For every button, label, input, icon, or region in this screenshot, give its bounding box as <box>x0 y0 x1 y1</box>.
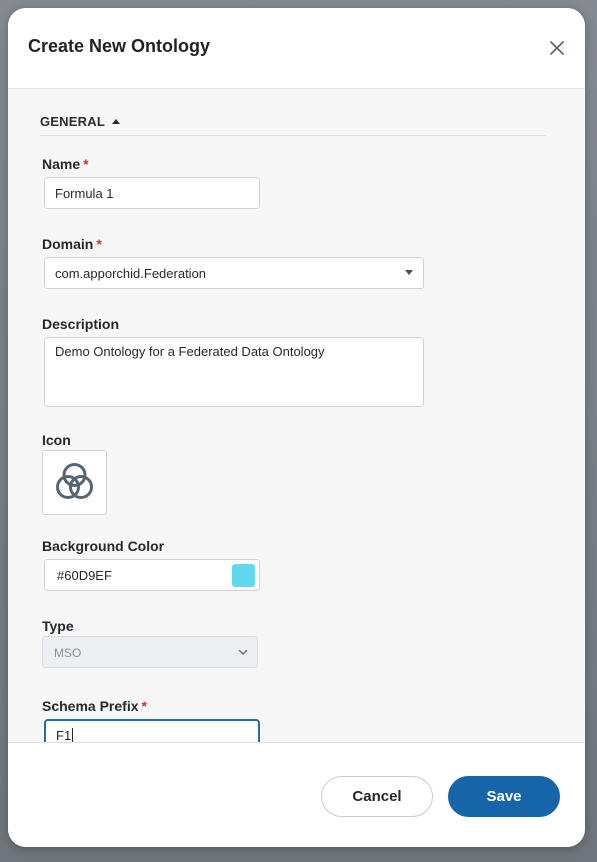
dialog-header: Create New Ontology <box>8 8 585 89</box>
name-label-text: Name <box>42 156 81 172</box>
icon-label: Icon <box>42 432 71 448</box>
triple-circles-icon <box>56 463 93 499</box>
schema-prefix-value: F1 <box>56 728 74 742</box>
required-asterisk: * <box>141 698 147 714</box>
schema-prefix-text: F1 <box>56 728 72 742</box>
background-color-value: #60D9EF <box>57 568 112 583</box>
color-swatch[interactable] <box>232 564 255 587</box>
dialog-title: Create New Ontology <box>28 36 211 56</box>
name-label: Name * <box>42 156 89 172</box>
domain-select[interactable]: com.apporchid.Federation <box>44 257 424 289</box>
type-label: Type <box>42 618 74 634</box>
background-color-label: Background Color <box>42 538 164 554</box>
domain-value: com.apporchid.Federation <box>55 266 207 281</box>
name-input[interactable]: Formula 1 <box>44 177 260 209</box>
background-color-label-text: Background Color <box>42 538 165 554</box>
icon-label-text: Icon <box>42 432 71 448</box>
name-value: Formula 1 <box>55 186 114 201</box>
schema-prefix-label-text: Schema Prefix <box>42 698 139 714</box>
type-select[interactable]: MSO <box>42 636 258 668</box>
close-icon[interactable] <box>547 38 567 58</box>
description-value: Demo Ontology for a Federated Data Ontol… <box>55 344 325 359</box>
chevron-down-icon <box>238 649 248 656</box>
type-label-text: Type <box>42 618 74 634</box>
required-asterisk: * <box>96 236 102 252</box>
caret-down-icon <box>405 270 413 275</box>
domain-label: Domain * <box>42 236 102 252</box>
text-cursor <box>72 728 74 742</box>
background-color-input[interactable]: #60D9EF <box>44 559 260 591</box>
schema-prefix-input[interactable]: F1 <box>44 719 260 742</box>
domain-label-text: Domain <box>42 236 94 252</box>
description-label-text: Description <box>42 316 120 332</box>
description-textarea[interactable]: Demo Ontology for a Federated Data Ontol… <box>44 337 424 407</box>
icon-picker[interactable] <box>42 450 107 515</box>
dialog-footer: Cancel Save <box>8 742 585 847</box>
section-title: GENERAL <box>40 114 105 129</box>
cancel-button[interactable]: Cancel <box>321 776 433 817</box>
description-label: Description <box>42 316 119 332</box>
general-section-header[interactable]: GENERAL <box>40 113 546 136</box>
create-ontology-dialog: Create New Ontology GENERAL Name * Formul… <box>8 8 585 847</box>
type-value: MSO <box>54 646 82 660</box>
required-asterisk: * <box>83 156 89 172</box>
schema-prefix-label: Schema Prefix * <box>42 698 147 714</box>
save-button[interactable]: Save <box>448 776 560 817</box>
dialog-body: GENERAL Name * Formula 1 Domain * com.appo… <box>8 89 585 742</box>
caret-up-icon <box>112 119 120 124</box>
